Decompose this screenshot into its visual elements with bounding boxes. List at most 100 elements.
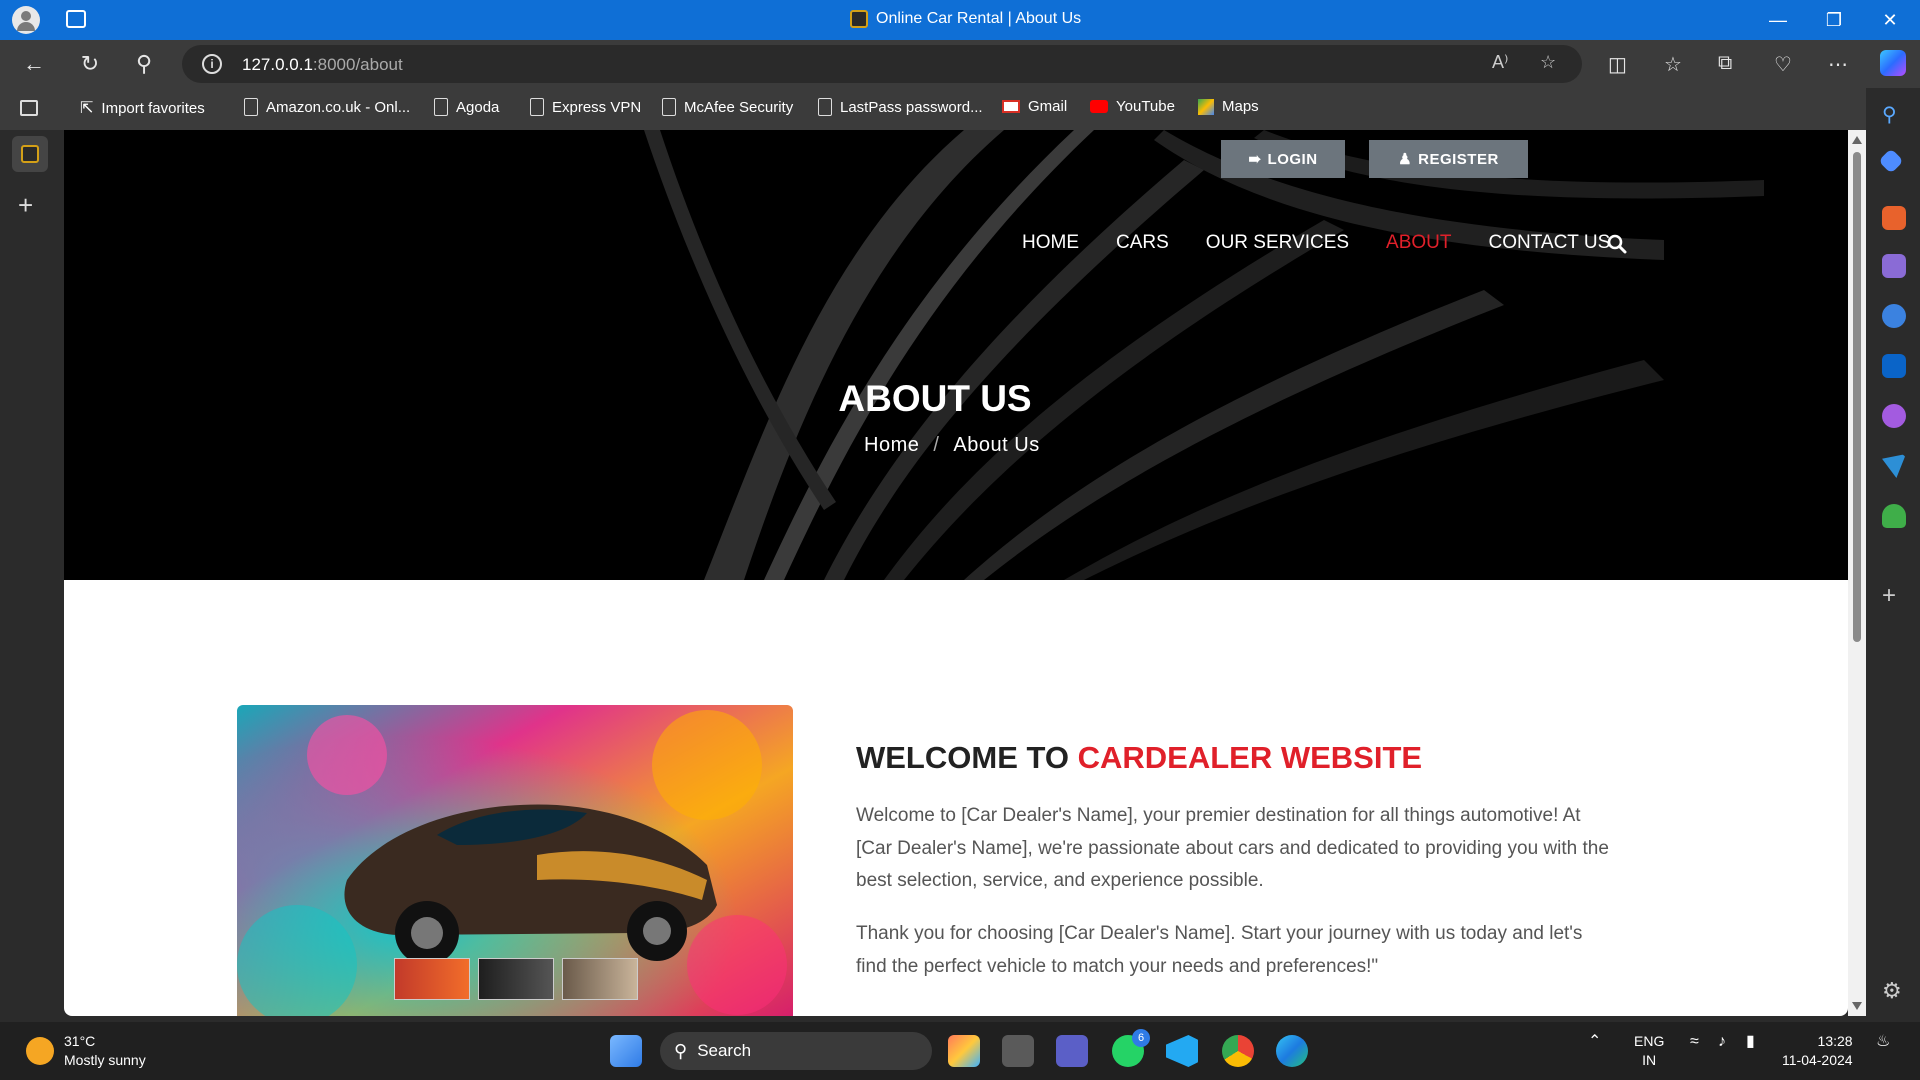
sidebar-search-icon[interactable]: ⚲ (1882, 102, 1906, 126)
bookmark-mcafee[interactable]: McAfee Security (662, 98, 793, 116)
thumbnail-3[interactable] (562, 958, 638, 1000)
site-favicon-icon (21, 145, 39, 163)
refresh-icon[interactable]: ↻ (74, 48, 106, 80)
scroll-up-icon[interactable] (1852, 136, 1862, 144)
read-aloud-icon[interactable]: A⁾ (1492, 52, 1508, 73)
tools-icon[interactable] (1882, 206, 1906, 230)
nav-about[interactable]: ABOUT (1386, 232, 1451, 254)
collections-icon[interactable]: ⧉ (1718, 52, 1732, 75)
weather-condition: Mostly sunny (64, 1052, 146, 1068)
add-sidebar-app-icon[interactable]: + (1882, 582, 1906, 609)
site-info-icon[interactable]: i (202, 54, 222, 74)
nav-contact-us[interactable]: CONTACT US (1489, 232, 1611, 254)
bookmark-maps[interactable]: Maps (1198, 98, 1259, 115)
site-search-icon[interactable] (1607, 234, 1627, 254)
tree-icon[interactable] (1882, 504, 1906, 528)
tab-actions-icon[interactable] (20, 100, 38, 116)
close-window-button[interactable]: ✕ (1862, 0, 1918, 40)
breadcrumb-home[interactable]: Home (864, 434, 919, 457)
wifi-icon[interactable]: ≈ (1690, 1032, 1699, 1051)
active-tab[interactable] (12, 136, 48, 172)
login-button[interactable]: ➠ LOGIN (1221, 140, 1345, 178)
weather-sun-icon (26, 1037, 54, 1065)
browser-toolbar: ← ↻ ⚲ i 127.0.0.1:8000/about A⁾ ☆ ◫ ☆ ⧉ … (0, 40, 1920, 88)
bookmark-amazon[interactable]: Amazon.co.uk - Onl... (244, 98, 410, 116)
notifications-icon[interactable]: ♨ (1876, 1032, 1890, 1051)
bookmark-lastpass[interactable]: LastPass password... (818, 98, 983, 116)
add-user-icon: ♟ (1398, 151, 1413, 168)
nav-our-services[interactable]: OUR SERVICES (1206, 232, 1349, 254)
sidebar-settings-icon[interactable]: ⚙ (1882, 978, 1906, 1003)
page-icon (818, 98, 832, 116)
breadcrumb: Home / About Us (864, 434, 1040, 457)
clock[interactable]: 13:28 11-04-2024 (1782, 1032, 1853, 1070)
volume-icon[interactable]: ♪ (1718, 1032, 1726, 1051)
games-icon[interactable] (1882, 254, 1906, 278)
hero-banner: ➠ LOGIN ♟ REGISTER HOME CARS OUR SERVICES … (64, 130, 1848, 580)
copilot-sidebar-icon[interactable] (1882, 304, 1906, 328)
taskbar-search-label: Search (697, 1041, 752, 1060)
split-screen-icon[interactable]: ◫ (1608, 52, 1627, 77)
profile-icon[interactable] (12, 6, 40, 34)
search-icon[interactable]: ⚲ (128, 48, 160, 80)
maps-icon (1198, 98, 1214, 115)
restore-button[interactable]: ❐ (1806, 0, 1862, 40)
teams-icon[interactable] (1056, 1035, 1088, 1067)
page-icon (244, 98, 258, 116)
minimize-button[interactable]: — (1750, 0, 1806, 40)
nav-cars[interactable]: CARS (1116, 232, 1169, 254)
copilot-taskbar-icon[interactable] (948, 1035, 980, 1067)
vertical-tabs-rail: + (0, 130, 62, 1022)
bookmark-import-favorites[interactable]: ⇱ Import favorites (80, 98, 205, 118)
welcome-heading: WELCOME TO CARDEALER WEBSITE (856, 740, 1423, 775)
outlook-icon[interactable] (1882, 354, 1906, 378)
chrome-icon[interactable] (1222, 1035, 1254, 1067)
task-view-icon[interactable] (1002, 1035, 1034, 1067)
show-hidden-icons[interactable]: ⌃ (1588, 1032, 1601, 1051)
nav-home[interactable]: HOME (1022, 232, 1079, 254)
bookmark-express-vpn[interactable]: Express VPN (530, 98, 641, 116)
shopping-icon[interactable] (1878, 148, 1904, 174)
thumbnail-1[interactable] (394, 958, 470, 1000)
bookmark-youtube[interactable]: YouTube (1090, 98, 1175, 115)
taskbar-search[interactable]: ⚲ Search (660, 1032, 932, 1070)
thumbnail-2[interactable] (478, 958, 554, 1000)
workspaces-icon[interactable] (66, 10, 86, 28)
scroll-down-icon[interactable] (1852, 1002, 1862, 1010)
gmail-icon (1002, 100, 1020, 113)
car-image-carousel (237, 705, 793, 1016)
send-icon[interactable] (1882, 454, 1906, 478)
browser-essentials-icon[interactable]: ♡ (1774, 52, 1792, 77)
weather-temp: 31°C (64, 1033, 96, 1049)
breadcrumb-separator: / (933, 434, 940, 456)
scrollbar-thumb[interactable] (1853, 152, 1861, 642)
url-text[interactable]: 127.0.0.1:8000/about (242, 55, 403, 75)
designer-icon[interactable] (1882, 404, 1906, 428)
favorites-icon[interactable]: ☆ (1664, 52, 1682, 77)
weather-widget[interactable]: 31°C Mostly sunny (26, 1032, 146, 1070)
edge-icon[interactable] (1276, 1035, 1308, 1067)
login-icon: ➠ (1248, 151, 1262, 168)
whatsapp-icon[interactable]: 6 (1112, 1029, 1150, 1067)
copilot-icon[interactable] (1880, 50, 1906, 76)
windows-taskbar: 31°C Mostly sunny ⚲ Search 6 ⌃ ENG IN ≈ ♪… (0, 1022, 1920, 1080)
hero-background-image (644, 130, 1764, 580)
start-icon[interactable] (610, 1035, 642, 1067)
battery-icon[interactable]: ▮ (1746, 1032, 1755, 1051)
language-indicator[interactable]: ENG IN (1634, 1032, 1664, 1070)
title-bar: Online Car Rental | About Us — ❐ ✕ (0, 0, 1920, 40)
sidebar-rail: ⚲ + ⚙ (1866, 88, 1920, 1022)
bookmark-agoda[interactable]: Agoda (434, 98, 499, 116)
address-bar[interactable]: i 127.0.0.1:8000/about A⁾ ☆ (182, 45, 1582, 83)
favorite-star-icon[interactable]: ☆ (1540, 52, 1556, 73)
window-title: Online Car Rental | About Us (850, 10, 1081, 28)
back-icon[interactable]: ← (18, 48, 50, 80)
more-options-icon[interactable]: ⋯ (1828, 52, 1848, 77)
about-paragraph-1: Welcome to [Car Dealer's Name], your pre… (856, 805, 1609, 891)
page-scrollbar[interactable] (1848, 130, 1866, 1016)
vscode-icon[interactable] (1166, 1035, 1198, 1067)
bookmark-gmail[interactable]: Gmail (1002, 98, 1067, 115)
register-button[interactable]: ♟ REGISTER (1369, 140, 1528, 178)
taskbar-search-icon: ⚲ (674, 1040, 688, 1061)
new-tab-icon[interactable]: + (18, 190, 33, 221)
